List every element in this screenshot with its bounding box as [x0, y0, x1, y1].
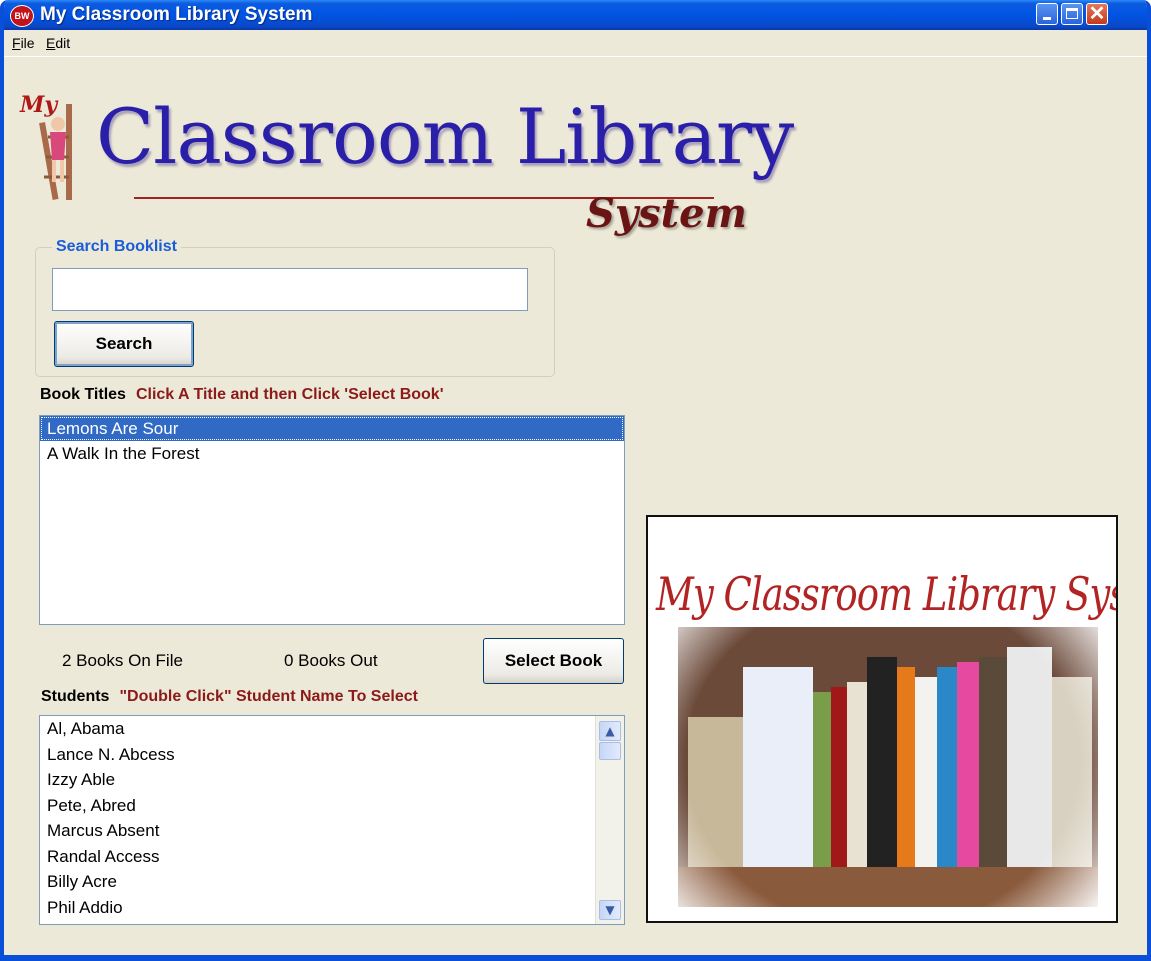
book-titles-label: Book Titles	[40, 386, 126, 403]
menu-file[interactable]: File	[12, 35, 35, 51]
logo-main-text: Classroom Library	[96, 92, 794, 181]
student-list-item[interactable]: Phil Addio	[40, 895, 624, 921]
select-book-button[interactable]: Select Book	[483, 638, 624, 684]
menu-file-accel: F	[12, 35, 21, 51]
app-icon: BW	[10, 5, 34, 27]
photo-caption: My Classroom Library System	[656, 567, 1116, 622]
bookshelf-photo: My Classroom Library System	[646, 515, 1118, 923]
student-list-item[interactable]: Randal Access	[40, 844, 624, 870]
search-group-label: Search Booklist	[52, 238, 181, 256]
app-logo: My Classroom Library System	[14, 62, 814, 242]
title-bar[interactable]: BW My Classroom Library System ✕	[4, 0, 1147, 30]
minimize-icon	[1043, 17, 1051, 20]
books-out: 0 Books Out	[284, 651, 378, 670]
logo-my-text: My	[20, 92, 58, 118]
search-button[interactable]: Search	[54, 321, 194, 367]
book-titles-header: Book Titles Click A Title and then Click …	[40, 386, 444, 404]
book-titles-list[interactable]: Lemons Are Sour A Walk In the Forest	[39, 415, 625, 625]
menu-edit-label: dit	[55, 35, 71, 51]
app-window: BW My Classroom Library System ✕ File Ed…	[0, 0, 1151, 961]
book-list-item[interactable]: A Walk In the Forest	[40, 441, 624, 466]
students-header: Students "Double Click" Student Name To S…	[41, 688, 418, 706]
scroll-thumb[interactable]	[599, 742, 621, 760]
books-on-file: 2 Books On File	[62, 651, 183, 670]
student-list-item[interactable]: Billy Acre	[40, 869, 624, 895]
menu-edit-accel: E	[46, 35, 56, 51]
students-label: Students	[41, 688, 110, 705]
book-list-item[interactable]: Lemons Are Sour	[40, 416, 624, 441]
student-list-item[interactable]: Marcus Absent	[40, 818, 624, 844]
close-button[interactable]: ✕	[1086, 3, 1108, 25]
menu-bar: File Edit	[4, 30, 1147, 57]
window-bottom-border	[4, 955, 1147, 957]
students-list[interactable]: Al, Abama Lance N. Abcess Izzy Able Pete…	[39, 715, 625, 925]
minimize-button[interactable]	[1036, 3, 1058, 25]
scroll-up-icon[interactable]: ▲	[599, 721, 621, 741]
students-scrollbar[interactable]: ▲ ▼	[595, 716, 624, 924]
student-list-item[interactable]: Lance N. Abcess	[40, 742, 624, 768]
close-icon: ✕	[1088, 3, 1106, 25]
search-input[interactable]	[52, 268, 528, 311]
menu-edit[interactable]: Edit	[46, 35, 70, 51]
student-list-item[interactable]: Izzy Able	[40, 767, 624, 793]
scroll-down-icon[interactable]: ▼	[599, 900, 621, 920]
book-titles-hint: Click A Title and then Click 'Select Boo…	[135, 386, 444, 403]
logo-system-text: System	[586, 190, 747, 237]
students-hint: "Double Click" Student Name To Select	[119, 688, 418, 705]
maximize-icon	[1066, 8, 1078, 19]
window-title: My Classroom Library System	[40, 4, 313, 25]
maximize-button[interactable]	[1061, 3, 1083, 25]
menu-file-label: ile	[20, 35, 35, 51]
student-list-item[interactable]: Pete, Abred	[40, 793, 624, 819]
student-list-item[interactable]: Al, Abama	[40, 716, 624, 742]
